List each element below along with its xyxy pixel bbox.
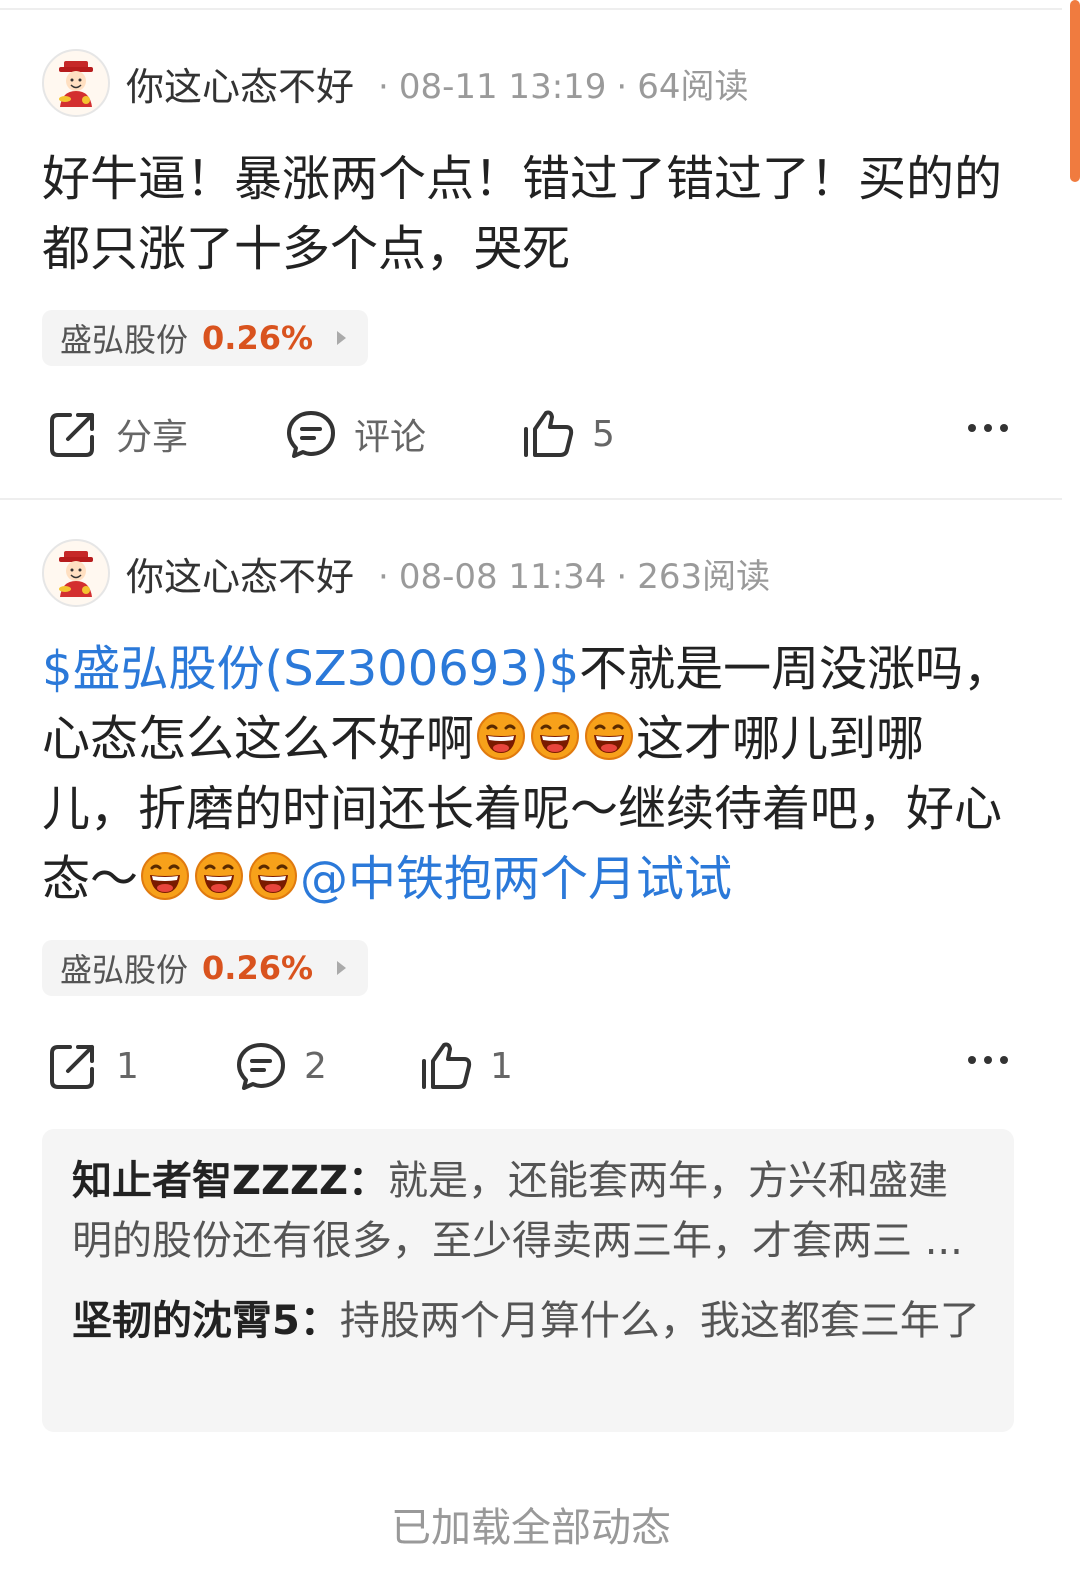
thumbs-up-icon	[524, 410, 574, 457]
read-count: 263阅读	[637, 556, 771, 597]
reply-preview-box[interactable]: 知止者智ZZZZ：就是，还能套两年，方兴和盛建明的股份还有很多，至少得卖两三年，…	[42, 1129, 1014, 1432]
comment-icon	[237, 1043, 285, 1090]
post-header: 你这心态不好 · 08-11 13:19 · 64阅读	[42, 48, 1032, 118]
like-count: 1	[490, 1045, 513, 1087]
share-button[interactable]: 分享	[46, 394, 188, 474]
stock-change: 0.26%	[202, 319, 314, 357]
more-dot-icon	[1000, 424, 1008, 432]
separator-dot: ·	[378, 556, 389, 597]
read-count: 64阅读	[637, 66, 749, 107]
stock-tag-link[interactable]: $盛弘股份(SZ300693)$	[42, 641, 579, 697]
post-header: 你这心态不好 · 08-08 11:34 · 263阅读	[42, 538, 1032, 608]
like-count: 5	[592, 413, 615, 455]
post-divider	[0, 498, 1062, 500]
stock-chip[interactable]: 盛弘股份 0.26%	[42, 310, 369, 366]
more-options-button[interactable]	[968, 1056, 1008, 1064]
comment-count: 2	[304, 1045, 327, 1087]
more-options-button[interactable]	[968, 424, 1008, 432]
chevron-right-icon	[337, 331, 347, 345]
post-time: 08-08 11:34	[398, 556, 607, 597]
caishen-avatar-icon	[59, 551, 93, 597]
share-icon	[50, 1045, 94, 1089]
scroll-indicator[interactable]	[1070, 0, 1080, 182]
laughing-emoji	[474, 711, 528, 767]
separator-dot: ·	[616, 556, 628, 597]
post-text[interactable]: 好牛逼！暴涨两个点！错过了错过了！买的的都只涨了十多个点，哭死	[42, 144, 1012, 284]
share-label: 分享	[116, 417, 189, 458]
separator-dot: ·	[378, 66, 389, 107]
user-mention-link[interactable]: @中铁抱两个月试试	[300, 851, 732, 907]
like-button[interactable]: 5	[520, 394, 615, 474]
stock-name: 盛弘股份	[60, 321, 189, 359]
post-time: 08-11 13:19	[398, 66, 607, 107]
share-button[interactable]: 1	[46, 1026, 139, 1106]
avatar[interactable]	[42, 49, 110, 117]
comment-icon	[287, 411, 335, 458]
reply-item[interactable]: 知止者智ZZZZ：就是，还能套两年，方兴和盛建明的股份还有很多，至少得卖两三年，…	[72, 1151, 984, 1271]
separator-dot: ·	[616, 66, 628, 107]
laughing-emoji	[528, 711, 582, 767]
post-meta: · 08-11 13:19 · 64阅读	[368, 59, 748, 108]
post-2: 你这心态不好 · 08-08 11:34 · 263阅读 $盛弘股份(SZ300693…	[42, 538, 1032, 996]
more-dot-icon	[984, 1056, 992, 1064]
reply-item[interactable]: 坚韧的沈霄5：持股两个月算什么，我这都套三年了	[72, 1291, 984, 1351]
laughing-emoji	[246, 851, 300, 907]
reply-author[interactable]: 坚韧的沈霄5：	[72, 1298, 340, 1344]
comment-button[interactable]: 2	[234, 1026, 327, 1106]
post-actions: 1 2 1	[42, 1026, 1032, 1106]
more-dot-icon	[984, 424, 992, 432]
post-1: 你这心态不好 · 08-11 13:19 · 64阅读 好牛逼！暴涨两个点！错过了错过…	[42, 48, 1032, 366]
post-actions: 分享 评论 5	[42, 394, 1032, 474]
all-loaded-footer: 已加载全部动态	[391, 1505, 671, 1551]
share-icon	[50, 413, 94, 457]
post-text[interactable]: $盛弘股份(SZ300693)$不就是一周没涨吗，心态怎么这么不好啊 这才哪儿到哪…	[42, 634, 1012, 914]
more-dot-icon	[968, 1056, 976, 1064]
more-dot-icon	[968, 424, 976, 432]
thumbs-up-icon	[422, 1042, 472, 1089]
comment-button[interactable]: 评论	[284, 394, 426, 474]
stock-name: 盛弘股份	[60, 951, 189, 989]
reply-text: 持股两个月算什么，我这都套三年了	[339, 1298, 980, 1344]
laughing-emoji	[192, 851, 246, 907]
comment-label: 评论	[354, 417, 427, 458]
stock-change: 0.26%	[202, 949, 314, 987]
author-name[interactable]: 你这心态不好	[126, 56, 354, 111]
caishen-avatar-icon	[59, 61, 93, 107]
reply-author[interactable]: 知止者智ZZZZ：	[72, 1158, 388, 1204]
post-meta: · 08-08 11:34 · 263阅读	[368, 549, 770, 598]
chevron-right-icon	[337, 961, 347, 975]
top-divider	[0, 8, 1062, 10]
laughing-emoji	[582, 711, 636, 767]
more-dot-icon	[1000, 1056, 1008, 1064]
like-button[interactable]: 1	[418, 1026, 513, 1106]
author-name[interactable]: 你这心态不好	[126, 546, 354, 601]
share-count: 1	[116, 1045, 139, 1087]
stock-chip[interactable]: 盛弘股份 0.26%	[42, 940, 369, 996]
laughing-emoji	[138, 851, 192, 907]
avatar[interactable]	[42, 539, 110, 607]
